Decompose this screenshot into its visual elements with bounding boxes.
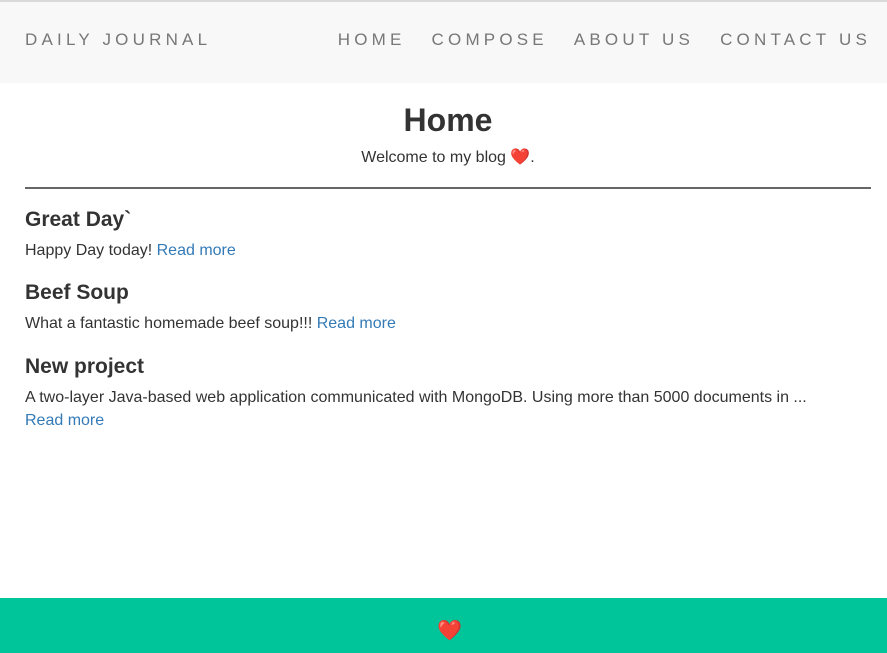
nav-item-contact: CONTACT US bbox=[694, 30, 871, 50]
post-excerpt: A two-layer Java-based web application c… bbox=[25, 386, 871, 432]
post-title: Beef Soup bbox=[25, 281, 129, 304]
nav-item-home: HOME bbox=[338, 30, 406, 50]
post-title: Great Day` bbox=[25, 208, 132, 231]
post-excerpt-text: A two-layer Java-based web application c… bbox=[25, 389, 807, 406]
brand-logo-link[interactable]: DAILY JOURNAL bbox=[25, 30, 211, 50]
post-item: Great Day` Happy Day today! Read more bbox=[25, 207, 871, 262]
heart-icon: ❤️ bbox=[510, 149, 531, 166]
nav-link-home[interactable]: HOME bbox=[338, 30, 406, 50]
read-more-link[interactable]: Read more bbox=[25, 412, 104, 429]
post-excerpt: Happy Day today! Read more bbox=[25, 239, 871, 262]
post-excerpt-text: Happy Day today! bbox=[25, 242, 157, 259]
post-item: New project A two-layer Java-based web a… bbox=[25, 354, 871, 432]
welcome-message: Welcome to my blog ❤️. bbox=[0, 148, 887, 168]
nav-menu: HOME COMPOSE ABOUT US CONTACT US bbox=[338, 30, 871, 50]
page-title: Home bbox=[403, 102, 493, 138]
post-excerpt-text: What a fantastic homemade beef soup!!! bbox=[25, 315, 317, 332]
nav-item-about: ABOUT US bbox=[548, 30, 694, 50]
nav-link-about-us[interactable]: ABOUT US bbox=[574, 30, 694, 50]
welcome-text: Welcome to my blog bbox=[361, 149, 511, 166]
read-more-link[interactable]: Read more bbox=[317, 315, 396, 332]
footer: ❤️ bbox=[0, 598, 887, 653]
nav-item-compose: COMPOSE bbox=[406, 30, 548, 50]
divider bbox=[25, 187, 871, 189]
read-more-link[interactable]: Read more bbox=[157, 242, 236, 259]
heart-icon: ❤️ bbox=[437, 620, 462, 642]
post-excerpt: What a fantastic homemade beef soup!!! R… bbox=[25, 312, 871, 335]
post-item: Beef Soup What a fantastic homemade beef… bbox=[25, 280, 871, 335]
post-title: New project bbox=[25, 355, 145, 378]
navbar: DAILY JOURNAL HOME COMPOSE ABOUT US CONT… bbox=[0, 0, 887, 83]
nav-link-compose[interactable]: COMPOSE bbox=[432, 30, 548, 50]
nav-link-contact-us[interactable]: CONTACT US bbox=[720, 30, 871, 50]
welcome-suffix: . bbox=[530, 149, 535, 166]
